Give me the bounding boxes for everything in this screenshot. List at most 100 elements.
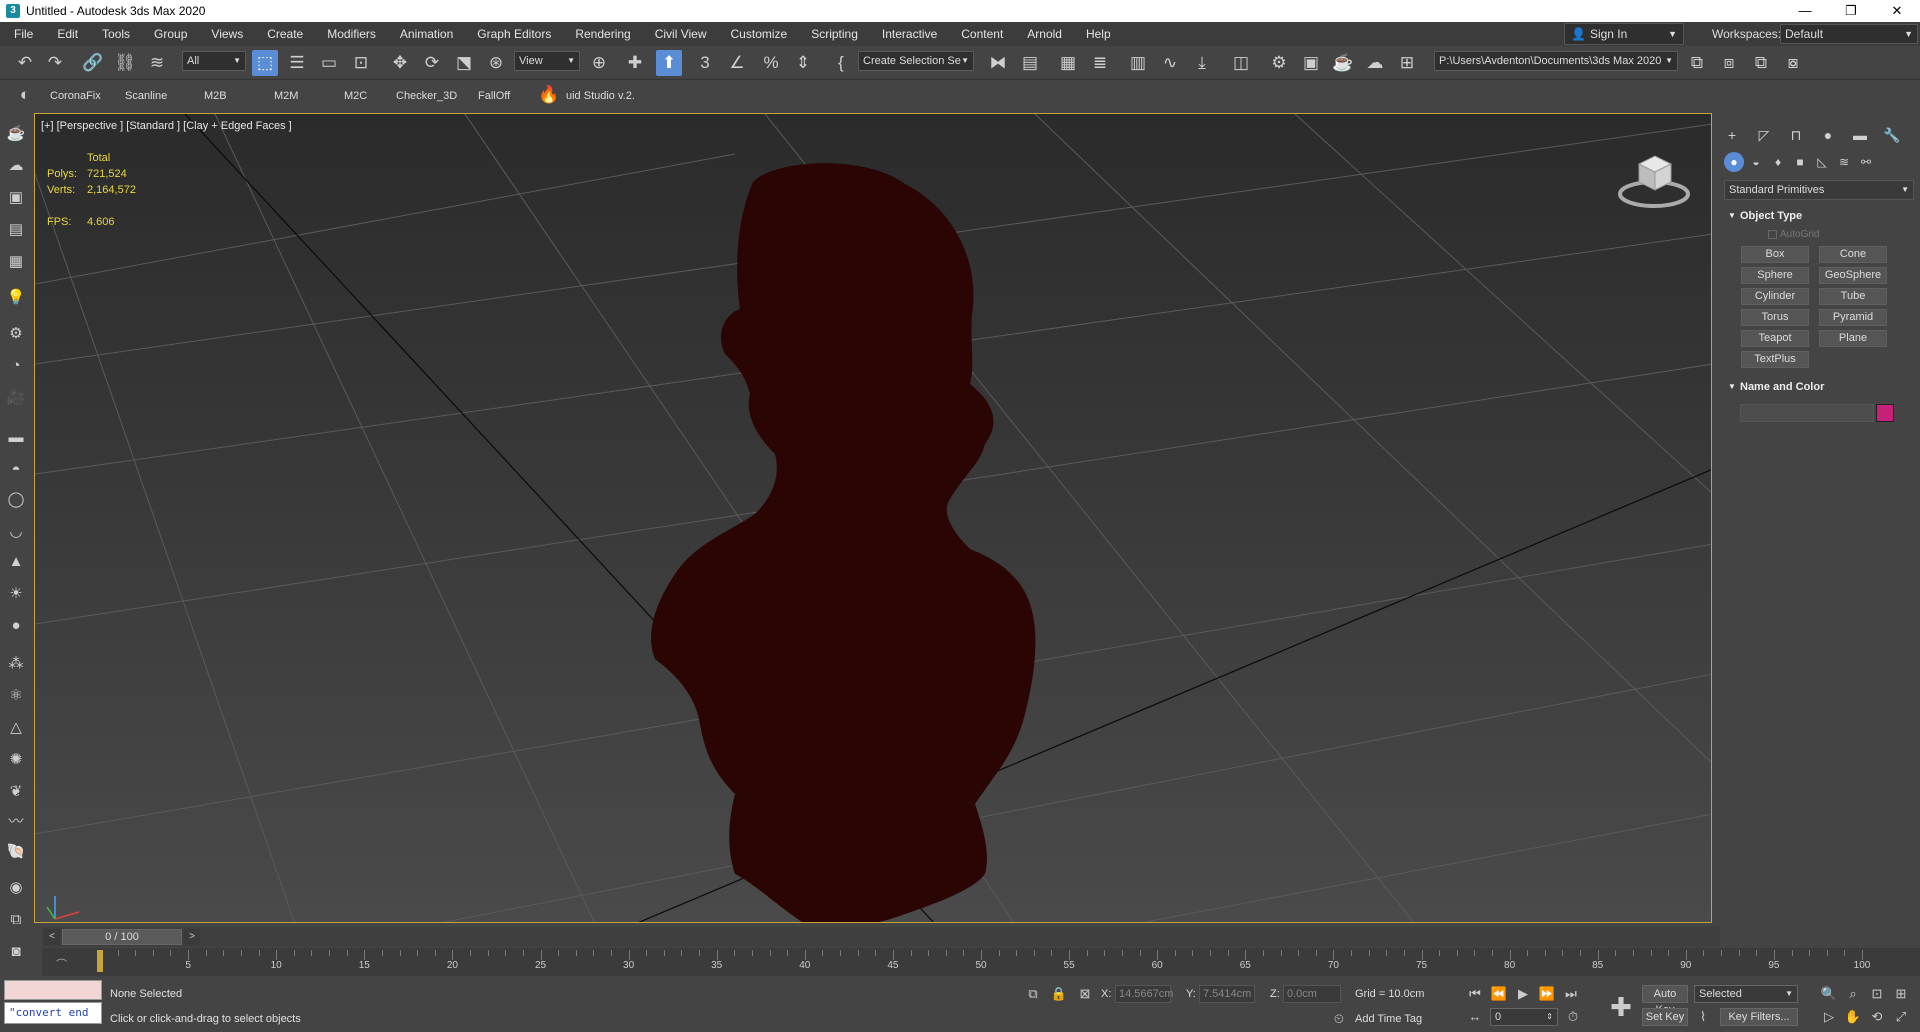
reference-coordinate-dropdown[interactable]: View ▼ xyxy=(514,51,580,71)
display-tab-icon[interactable]: ▬ xyxy=(1848,124,1872,146)
plugin-m2m[interactable]: M2M xyxy=(274,88,298,104)
play-icon[interactable]: ▶ xyxy=(1514,985,1532,1003)
name-and-color-rollout[interactable]: ▼ Name and Color xyxy=(1724,377,1914,397)
cone-icon[interactable]: ▲ xyxy=(4,550,28,574)
project-settings-icon[interactable]: ⧉ xyxy=(1748,50,1774,76)
edit-named-selection-icon[interactable]: { xyxy=(828,50,854,76)
menu-graph-editors[interactable]: Graph Editors xyxy=(465,22,563,46)
named-selection-dropdown[interactable]: Create Selection Se ▼ xyxy=(858,51,974,71)
plane-button[interactable]: Plane xyxy=(1819,330,1887,347)
new-project-icon[interactable]: ⧈ xyxy=(1716,50,1742,76)
scene-converter-icon[interactable]: ⧉ xyxy=(4,908,28,932)
previous-frame-icon[interactable]: ⏪ xyxy=(1490,985,1508,1003)
menu-scripting[interactable]: Scripting xyxy=(799,22,870,46)
pan-icon[interactable]: ✋ xyxy=(1844,1008,1862,1026)
create-tab-icon[interactable]: + xyxy=(1720,124,1744,146)
project-path-dropdown[interactable]: P:\Users\Avdenton\Documents\3ds Max 2020… xyxy=(1434,51,1678,71)
spinner-snap-icon[interactable]: ⇕ xyxy=(790,50,816,76)
workspaces-dropdown[interactable]: Default ▼ xyxy=(1780,24,1918,44)
rectangle-icon[interactable]: ▬ xyxy=(4,426,28,450)
key-filters-button[interactable]: Key Filters... xyxy=(1720,1008,1798,1026)
selection-filter-dropdown[interactable]: All ▼ xyxy=(182,51,246,71)
primitive-category-dropdown[interactable]: Standard Primitives ▼ xyxy=(1724,180,1914,200)
keyboard-shortcut-override-icon[interactable]: ⬆ xyxy=(656,50,682,76)
isolate-selection-icon[interactable]: ⧉ xyxy=(1024,985,1042,1003)
systems-icon[interactable]: ⚯ xyxy=(1856,152,1876,172)
plugin-checker-3d[interactable]: Checker_3D xyxy=(396,88,457,104)
geometry-icon[interactable]: ● xyxy=(1724,152,1744,172)
cloud-icon[interactable]: ☁ xyxy=(4,154,28,178)
light-icon[interactable]: 💡 xyxy=(4,286,28,310)
cameras-icon[interactable]: ■ xyxy=(1790,152,1810,172)
menu-file[interactable]: File xyxy=(0,22,45,46)
object-type-rollout[interactable]: ▼ Object Type xyxy=(1724,206,1914,226)
gear-cluster-icon[interactable]: ✺ xyxy=(4,748,28,772)
pivot-point-icon[interactable]: ⊕ xyxy=(586,50,612,76)
sphere-button[interactable]: Sphere xyxy=(1741,267,1809,284)
hierarchy-tab-icon[interactable]: ⊓ xyxy=(1784,124,1808,146)
scene-explorer-icon[interactable]: ▦ xyxy=(1055,50,1081,76)
menu-help[interactable]: Help xyxy=(1074,22,1123,46)
object-color-swatch[interactable] xyxy=(1876,404,1894,422)
plant-icon[interactable]: ❦ xyxy=(4,780,28,804)
render-icon[interactable]: ◙ xyxy=(4,940,28,964)
link-icon[interactable]: 🔗 xyxy=(80,50,106,76)
menu-civil-view[interactable]: Civil View xyxy=(643,22,719,46)
key-tangent-icon[interactable]: ⌇ xyxy=(1694,1008,1712,1026)
bowl-icon[interactable]: ◡ xyxy=(4,520,28,544)
pyramid-icon[interactable]: △ xyxy=(4,716,28,740)
field-of-view-icon[interactable]: ▷ xyxy=(1820,1008,1838,1026)
set-keys-icon[interactable]: ✚ xyxy=(1606,992,1636,1022)
molecule-icon[interactable]: ⚛ xyxy=(4,684,28,708)
perspective-viewport[interactable]: [+] [Perspective ] [Standard ] [Clay + E… xyxy=(34,113,1712,923)
toggle-ribbon-icon[interactable]: ▥ xyxy=(1125,50,1151,76)
torus-button[interactable]: Torus xyxy=(1741,309,1809,326)
time-slider-next-button[interactable]: > xyxy=(184,929,200,945)
set-key-button[interactable]: Set Key xyxy=(1642,1008,1688,1026)
maxscript-listener-input[interactable]: "convert end xyxy=(4,1002,102,1024)
plugin-fluid-studio[interactable]: uid Studio v.2. xyxy=(566,88,635,104)
rectangular-selection-icon[interactable]: ▭ xyxy=(316,50,342,76)
time-tag-icon[interactable]: ⏲ xyxy=(1330,1010,1348,1028)
mini-curve-editor-icon[interactable]: ⌒ xyxy=(56,956,67,972)
camera-rig-icon[interactable]: ⚙ xyxy=(4,322,28,346)
undo-icon[interactable]: ↶ xyxy=(12,50,38,76)
sun-icon[interactable]: ☀ xyxy=(4,582,28,606)
pyramid-button[interactable]: Pyramid xyxy=(1819,309,1887,326)
plugin-falloff[interactable]: FallOff xyxy=(478,88,510,104)
plugin-m2b[interactable]: M2B xyxy=(204,88,227,104)
restore-button[interactable]: ❐ xyxy=(1828,0,1874,22)
menu-modifiers[interactable]: Modifiers xyxy=(315,22,388,46)
key-mode-toggle-icon[interactable]: ↔ xyxy=(1466,1008,1484,1026)
z-coordinate-field[interactable]: 0.0cm xyxy=(1283,985,1341,1003)
render-window-icon[interactable]: ▣ xyxy=(4,186,28,210)
grid-panel-icon[interactable]: ▦ xyxy=(4,250,28,274)
schematic-view-icon[interactable]: ⤓ xyxy=(1189,50,1215,76)
menu-create[interactable]: Create xyxy=(255,22,315,46)
current-frame-field[interactable]: 0 ⇕ xyxy=(1490,1008,1558,1026)
sign-in-dropdown[interactable]: 👤 Sign In ▼ xyxy=(1564,23,1684,45)
maxscript-listener-output[interactable] xyxy=(4,980,102,1000)
y-coordinate-field[interactable]: 7.5414cm xyxy=(1199,985,1255,1003)
current-frame-marker[interactable] xyxy=(97,950,103,972)
selection-lock-icon[interactable]: 🔒 xyxy=(1050,985,1068,1003)
menu-customize[interactable]: Customize xyxy=(719,22,800,46)
rendered-frame-window-icon[interactable]: ▣ xyxy=(1298,50,1324,76)
go-to-end-icon[interactable]: ⏭ xyxy=(1562,985,1580,1003)
menu-content[interactable]: Content xyxy=(949,22,1015,46)
cone-button[interactable]: Cone xyxy=(1819,246,1887,263)
list-icon[interactable]: ▤ xyxy=(4,218,28,242)
corona-icon[interactable]: ◐ xyxy=(12,82,38,108)
rotate-3d-icon[interactable]: ◔ xyxy=(4,354,28,378)
hemisphere-icon[interactable]: ◓ xyxy=(4,458,28,482)
absolute-mode-icon[interactable]: ⊠ xyxy=(1076,985,1094,1003)
zoom-extents-icon[interactable]: ⊡ xyxy=(1868,985,1886,1003)
viewcube[interactable] xyxy=(1615,144,1693,214)
zoom-extents-all-icon[interactable]: ⊞ xyxy=(1892,985,1910,1003)
helpers-icon[interactable]: ◺ xyxy=(1812,152,1832,172)
menu-group[interactable]: Group xyxy=(142,22,199,46)
select-by-name-icon[interactable]: ☰ xyxy=(284,50,310,76)
go-to-start-icon[interactable]: ⏮ xyxy=(1466,985,1484,1003)
zoom-icon[interactable]: 🔍 xyxy=(1820,985,1838,1003)
bind-spacewarp-icon[interactable]: ≋ xyxy=(144,50,170,76)
